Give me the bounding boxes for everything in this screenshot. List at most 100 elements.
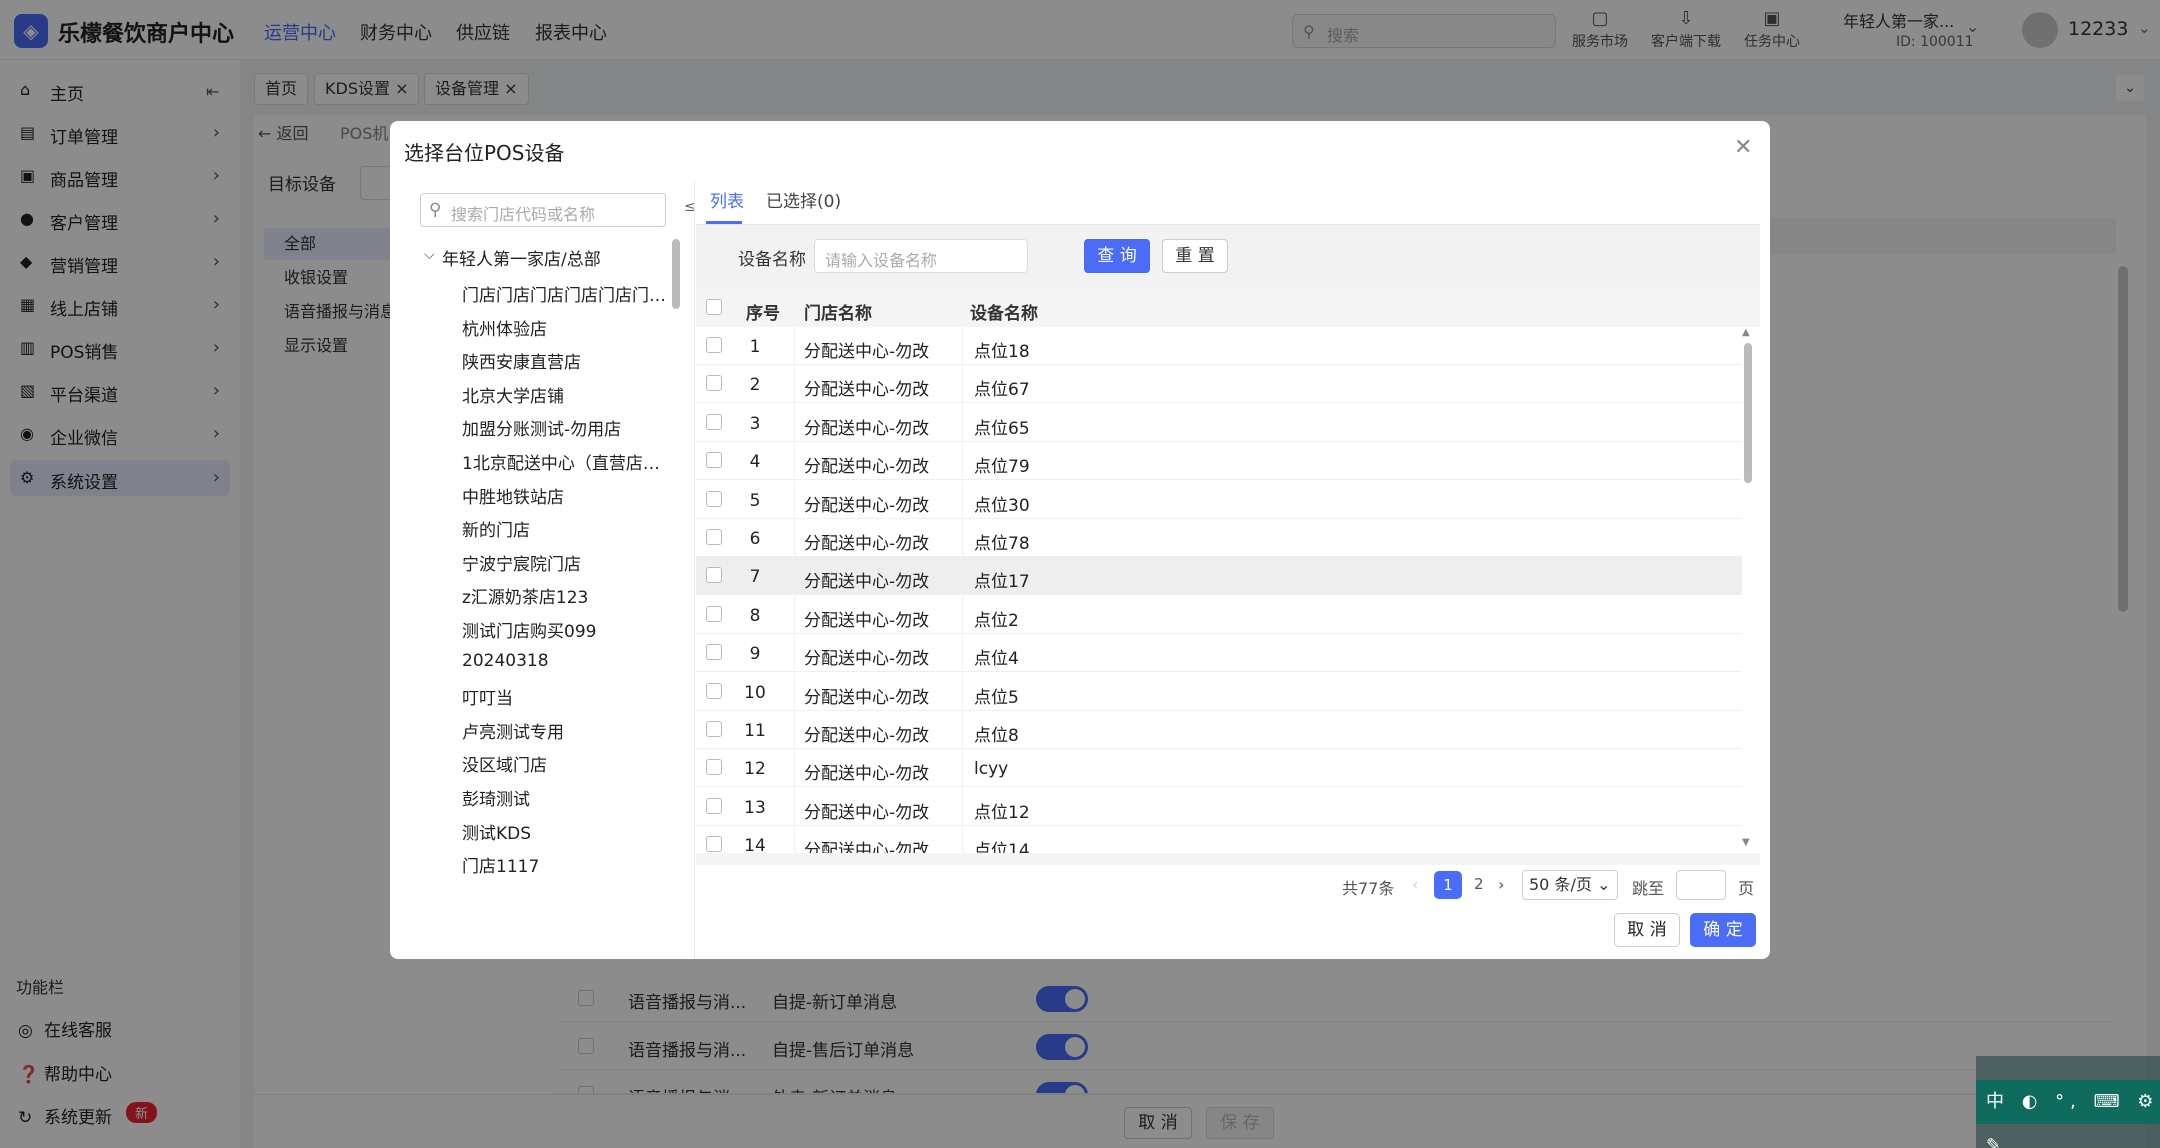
page-size-select[interactable]: 50 条/页 ⌄: [1522, 870, 1618, 900]
tree-node[interactable]: 没区域门店: [462, 751, 672, 776]
select-all-checkbox[interactable]: [706, 299, 722, 315]
tree-node[interactable]: 陕西安康直营店: [462, 348, 672, 373]
horizontal-scrollbar[interactable]: [696, 853, 1760, 865]
tree-node[interactable]: 新的门店: [462, 516, 672, 541]
reset-button[interactable]: 重 置: [1162, 239, 1228, 273]
tree-node[interactable]: 门店门店门店门店门店门店门店: [462, 281, 672, 306]
table-row[interactable]: 4 分配送中心-勿改 点位79: [696, 442, 1742, 481]
row-store-name: 分配送中心-勿改: [804, 764, 930, 785]
column-divider: [794, 403, 795, 442]
row-device-name: 点位18: [974, 342, 1030, 362]
row-store-name: 分配送中心-勿改: [804, 802, 930, 823]
row-checkbox[interactable]: [706, 682, 722, 699]
tree-node[interactable]: z汇源奶茶店123: [462, 583, 672, 608]
table-row[interactable]: 3 分配送中心-勿改 点位65: [696, 403, 1742, 442]
table-row[interactable]: 13 分配送中心-勿改 点位12: [696, 787, 1742, 826]
row-device-name: 点位2: [974, 610, 1019, 631]
row-number: 11: [744, 721, 766, 741]
row-number: 4: [749, 452, 761, 473]
column-divider: [794, 634, 795, 673]
row-device-name: 点位67: [974, 380, 1030, 401]
modal-cancel-button[interactable]: 取 消: [1614, 913, 1680, 947]
column-divider: [962, 711, 963, 749]
tree-scrollbar[interactable]: [672, 239, 680, 309]
modal-confirm-button[interactable]: 确 定: [1690, 913, 1756, 947]
scroll-down-icon[interactable]: ▼: [1742, 837, 1750, 848]
column-divider: [794, 672, 795, 711]
tree-node[interactable]: 20240318: [462, 651, 672, 671]
row-number: 6: [749, 529, 761, 549]
tree-node[interactable]: 中胜地铁站店: [462, 483, 672, 508]
row-store-name: 分配送中心-勿改: [804, 457, 930, 478]
row-store-name: 分配送中心-勿改: [804, 649, 930, 670]
chevron-down-icon[interactable]: ⌵: [424, 247, 435, 263]
table-row[interactable]: 7 分配送中心-勿改 点位17: [696, 557, 1742, 596]
row-checkbox[interactable]: [706, 644, 722, 661]
pagination-total: 共77条: [1342, 879, 1395, 898]
table-row[interactable]: 6 分配送中心-勿改 点位78: [696, 519, 1742, 557]
column-divider: [794, 557, 795, 596]
device-name-input[interactable]: 请输入设备名称: [814, 239, 1028, 273]
tree-node[interactable]: 卢亮测试专用: [462, 718, 672, 743]
jump-page-input[interactable]: [1676, 870, 1726, 900]
row-store-name: 分配送中心-勿改: [804, 495, 930, 516]
table-row[interactable]: 5 分配送中心-勿改 点位30: [696, 480, 1742, 519]
tree-node[interactable]: 杭州体验店: [462, 315, 672, 340]
tree-node[interactable]: 北京大学店铺: [462, 382, 672, 407]
tab-selected[interactable]: 已选择(0): [766, 187, 841, 212]
column-divider: [962, 442, 963, 481]
row-checkbox[interactable]: [706, 797, 722, 814]
table-scrollbar[interactable]: [1744, 343, 1752, 483]
row-checkbox[interactable]: [706, 567, 722, 584]
page-2-button[interactable]: 2: [1474, 875, 1484, 893]
table-row[interactable]: 8 分配送中心-勿改 点位2: [696, 595, 1742, 634]
query-button[interactable]: 查 询: [1084, 239, 1150, 273]
table-row[interactable]: 1 分配送中心-勿改 点位18: [696, 327, 1742, 365]
tab-list[interactable]: 列表: [710, 187, 744, 212]
tree-node[interactable]: 加盟分账测试-勿用店: [462, 415, 672, 440]
row-checkbox[interactable]: [706, 721, 722, 737]
row-checkbox[interactable]: [706, 605, 722, 622]
page-1-button[interactable]: 1: [1434, 871, 1462, 899]
row-checkbox[interactable]: [706, 337, 722, 353]
row-checkbox[interactable]: [706, 759, 722, 776]
chevron-right-icon[interactable]: ›: [1498, 875, 1504, 894]
scroll-up-icon[interactable]: ▲: [1742, 327, 1750, 338]
table-row[interactable]: 12 分配送中心-勿改 lcyy: [696, 749, 1742, 788]
row-checkbox[interactable]: [706, 375, 722, 392]
row-checkbox[interactable]: [706, 529, 722, 545]
row-device-name: 点位79: [974, 457, 1030, 478]
row-checkbox[interactable]: [706, 836, 722, 853]
tree-node[interactable]: 叮叮当: [462, 684, 672, 709]
ime-toolbar[interactable]: 中 ◐ °, ⌨ ⚙ ✎: [1976, 1080, 2160, 1148]
table-row[interactable]: 11 分配送中心-勿改 点位8: [696, 711, 1742, 749]
search-icon: ⚲: [429, 200, 442, 220]
column-divider: [794, 480, 795, 519]
row-device-name: 点位8: [974, 726, 1019, 746]
tree-node[interactable]: 测试门店购买099: [462, 617, 672, 642]
tree-root-node[interactable]: 年轻人第一家店/总部: [442, 245, 601, 270]
table-row[interactable]: 2 分配送中心-勿改 点位67: [696, 365, 1742, 404]
chevron-left-icon[interactable]: ‹: [1412, 875, 1418, 894]
table-row[interactable]: 9 分配送中心-勿改 点位4: [696, 634, 1742, 673]
col-header-no: 序号: [746, 304, 780, 324]
row-checkbox[interactable]: [706, 413, 722, 430]
row-store-name: 分配送中心-勿改: [804, 534, 930, 554]
table-row[interactable]: 10 分配送中心-勿改 点位5: [696, 672, 1742, 711]
tree-node[interactable]: 1北京配送中心（直营店）配送中心: [462, 449, 672, 474]
tree-node[interactable]: 彭琦测试: [462, 785, 672, 810]
row-device-name: 点位17: [974, 572, 1030, 593]
column-divider: [794, 595, 795, 634]
row-checkbox[interactable]: [706, 452, 722, 469]
tree-node[interactable]: 宁波宁宸院门店: [462, 550, 672, 575]
row-store-name: 分配送中心-勿改: [804, 726, 930, 746]
row-device-name: 点位30: [974, 495, 1030, 516]
tree-node[interactable]: 测试KDS: [462, 819, 672, 844]
row-checkbox[interactable]: [706, 490, 722, 507]
row-store-name: 分配送中心-勿改: [804, 380, 930, 401]
store-search-input[interactable]: ⚲ 搜索门店代码或名称: [420, 193, 666, 227]
tree-node[interactable]: 门店1117: [462, 852, 672, 877]
row-store-name: 分配送中心-勿改: [804, 687, 930, 708]
close-icon[interactable]: ✕: [1734, 135, 1752, 160]
row-number: 12: [744, 759, 766, 780]
